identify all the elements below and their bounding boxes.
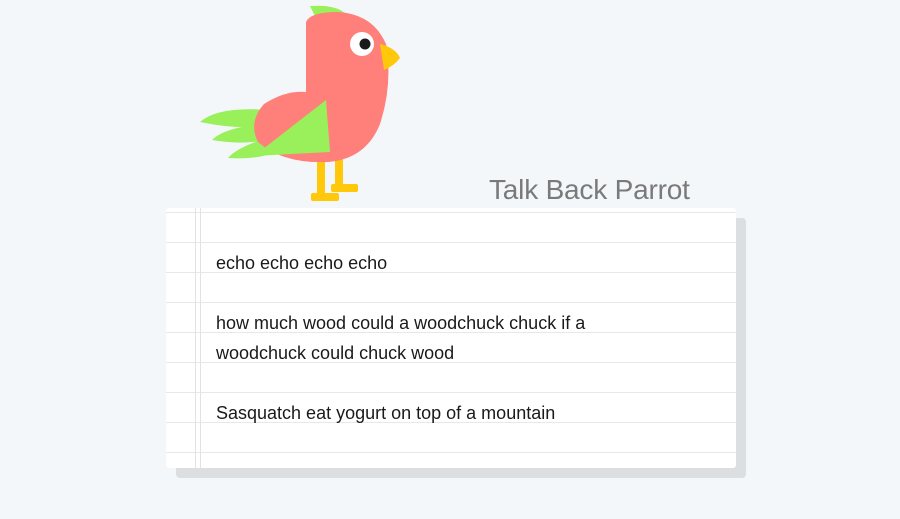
app-title: Talk Back Parrot [489, 174, 690, 205]
message-list: echo echo echo echo how much wood could … [216, 248, 656, 458]
message-item: echo echo echo echo [216, 253, 388, 273]
message-item: Sasquatch eat yogurt on top of a mountai… [216, 403, 556, 423]
message-item: how much wood could a woodchuck chuck if… [216, 313, 586, 363]
notepad: echo echo echo echo how much wood could … [166, 208, 736, 468]
notepad-margin-line [195, 208, 196, 468]
parrot-icon [200, 5, 400, 201]
notepad-margin-line [200, 208, 201, 468]
app-root: Talk Back Parrot echo echo echo echo how… [0, 0, 900, 519]
